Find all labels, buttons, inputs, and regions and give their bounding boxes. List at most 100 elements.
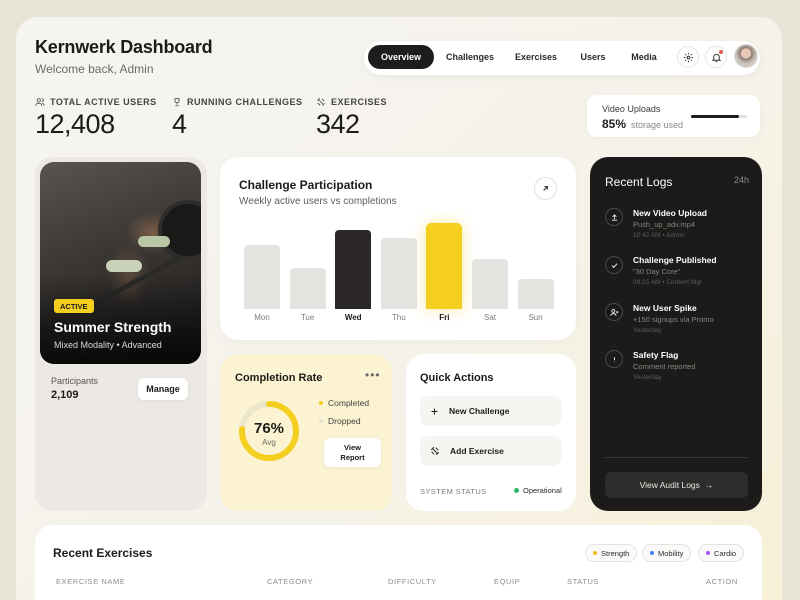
legend-completed: Completed bbox=[319, 398, 369, 408]
log-detail: Comment reported bbox=[633, 362, 696, 371]
bar-fri[interactable] bbox=[426, 223, 463, 309]
column-header[interactable]: EXERCISE NAME bbox=[56, 577, 125, 586]
add-exercise-button[interactable]: Add Exercise bbox=[420, 436, 562, 466]
bar-tue[interactable] bbox=[289, 267, 326, 309]
quick-actions-title: Quick Actions bbox=[420, 372, 494, 384]
view-report-line: Report bbox=[340, 452, 365, 462]
bar-sun[interactable] bbox=[517, 278, 554, 309]
bar-label-tue: Tue bbox=[300, 313, 315, 322]
bar-label-sun: Sun bbox=[528, 313, 543, 322]
tag-dot bbox=[593, 551, 597, 555]
more-options-button[interactable]: ••• bbox=[365, 368, 381, 382]
stat-value-active-users: 12,408 bbox=[35, 109, 115, 139]
challenge-meta: Mixed Modality • Advanced bbox=[54, 340, 162, 350]
view-report-line: View bbox=[344, 442, 361, 452]
photo-shoe bbox=[138, 236, 170, 247]
video-uploads-card: Video Uploads 85% storage used bbox=[587, 95, 760, 137]
upload-icon bbox=[611, 213, 617, 221]
check-icon bbox=[611, 262, 617, 268]
arrow-right-icon: → bbox=[704, 480, 714, 490]
page-title: Kernwerk Dashboard bbox=[35, 37, 213, 57]
notifications-button[interactable] bbox=[705, 46, 727, 68]
recent-exercises-title: Recent Exercises bbox=[53, 546, 153, 560]
participants-label: Participants bbox=[51, 376, 99, 386]
log-time: Yesterday bbox=[633, 374, 662, 381]
status-badge: ACTIVE bbox=[54, 299, 94, 313]
tag-dot bbox=[650, 551, 654, 555]
user-plus-icon bbox=[609, 308, 618, 316]
log-icon-wrap bbox=[605, 303, 623, 321]
column-header[interactable]: DIFFICULTY bbox=[388, 577, 437, 586]
log-time: 09:15 AM • Content Mgr bbox=[633, 279, 703, 286]
tab-challenges[interactable]: Challenges bbox=[438, 45, 502, 69]
avatar[interactable] bbox=[734, 44, 758, 68]
top-nav: Overview Challenges Exercises Users Medi… bbox=[364, 41, 760, 75]
stat-label-text: RUNNING CHALLENGES bbox=[187, 97, 303, 107]
bar-wed[interactable] bbox=[335, 229, 372, 309]
stat-label-exercises: EXERCISES bbox=[316, 97, 387, 107]
log-time: 10:42 AM • Admin bbox=[633, 232, 685, 239]
logs-title: Recent Logs bbox=[605, 175, 673, 189]
view-report-button[interactable]: View Report bbox=[324, 438, 381, 467]
logs-range: 24h bbox=[734, 175, 750, 185]
completion-percent: 76% bbox=[253, 420, 285, 437]
trophy-icon bbox=[174, 98, 180, 107]
alert-icon bbox=[613, 356, 615, 362]
new-challenge-button[interactable]: New Challenge bbox=[420, 396, 562, 426]
column-header[interactable]: ACTION bbox=[706, 577, 738, 586]
gear-icon bbox=[683, 52, 693, 62]
log-title: New Video Upload bbox=[633, 208, 707, 218]
expand-button[interactable] bbox=[534, 177, 557, 200]
log-time: Yesterday bbox=[633, 327, 662, 334]
bar-label-sat: Sat bbox=[483, 313, 496, 322]
dumbbell-icon bbox=[430, 446, 440, 456]
app-window: Kernwerk Dashboard Welcome back, Admin O… bbox=[16, 17, 782, 600]
dumbbell-icon bbox=[316, 97, 326, 107]
column-header[interactable]: CATEGORY bbox=[267, 577, 313, 586]
system-status-text: Operational bbox=[523, 486, 562, 495]
bar-mon[interactable] bbox=[244, 245, 280, 309]
bar-sat[interactable] bbox=[472, 259, 508, 309]
participation-subtitle: Weekly active users vs completions bbox=[239, 196, 397, 207]
legend-dot bbox=[319, 419, 323, 423]
add-exercise-label: Add Exercise bbox=[450, 446, 504, 456]
users-icon bbox=[35, 98, 45, 106]
tab-media[interactable]: Media bbox=[620, 45, 668, 69]
recent-exercises-card: Recent Exercises Strength Mobility Cardi… bbox=[35, 525, 762, 600]
column-header[interactable]: STATUS bbox=[567, 577, 599, 586]
quick-actions-card: Quick Actions New Challenge Add Exercise… bbox=[406, 354, 576, 511]
bar-label-thu: Thu bbox=[391, 313, 406, 322]
legend-label: Dropped bbox=[328, 416, 361, 426]
tab-exercises[interactable]: Exercises bbox=[506, 45, 566, 69]
filter-tag-mobility[interactable]: Mobility bbox=[642, 544, 692, 562]
participation-title: Challenge Participation bbox=[239, 178, 373, 192]
tag-label: Strength bbox=[601, 548, 630, 558]
bar-label-wed: Wed bbox=[344, 313, 362, 322]
manage-button[interactable]: Manage bbox=[138, 378, 188, 400]
new-challenge-label: New Challenge bbox=[449, 406, 510, 416]
legend-dropped: Dropped bbox=[319, 416, 361, 426]
stat-label-active-users: TOTAL ACTIVE USERS bbox=[35, 97, 157, 107]
arrow-up-right-icon bbox=[543, 186, 548, 191]
bar-thu[interactable] bbox=[380, 238, 417, 309]
stat-value-running-challenges: 4 bbox=[172, 109, 187, 139]
system-status-label: SYSTEM STATUS bbox=[420, 487, 487, 496]
participants-value: 2,109 bbox=[51, 389, 79, 401]
settings-button[interactable] bbox=[677, 46, 699, 68]
photo-shoe bbox=[106, 260, 142, 272]
legend-dot bbox=[319, 401, 323, 405]
filter-tag-strength[interactable]: Strength bbox=[585, 544, 638, 562]
tab-users[interactable]: Users bbox=[570, 45, 616, 69]
filter-tag-cardio[interactable]: Cardio bbox=[698, 544, 745, 562]
tab-overview[interactable]: Overview bbox=[368, 45, 434, 69]
plus-icon bbox=[431, 408, 438, 414]
notification-dot bbox=[719, 50, 723, 54]
log-detail: Push_up_adv.mp4 bbox=[633, 220, 695, 229]
column-header[interactable]: EQUIP bbox=[494, 577, 520, 586]
legend-label: Completed bbox=[328, 398, 370, 408]
log-title: Challenge Published bbox=[633, 255, 717, 265]
challenge-participation-card: Challenge Participation Weekly active us… bbox=[220, 157, 576, 340]
view-audit-logs-button[interactable]: View Audit Logs → bbox=[605, 472, 748, 498]
photo-weight-plate bbox=[158, 200, 201, 260]
challenge-name: Summer Strength bbox=[54, 319, 172, 335]
